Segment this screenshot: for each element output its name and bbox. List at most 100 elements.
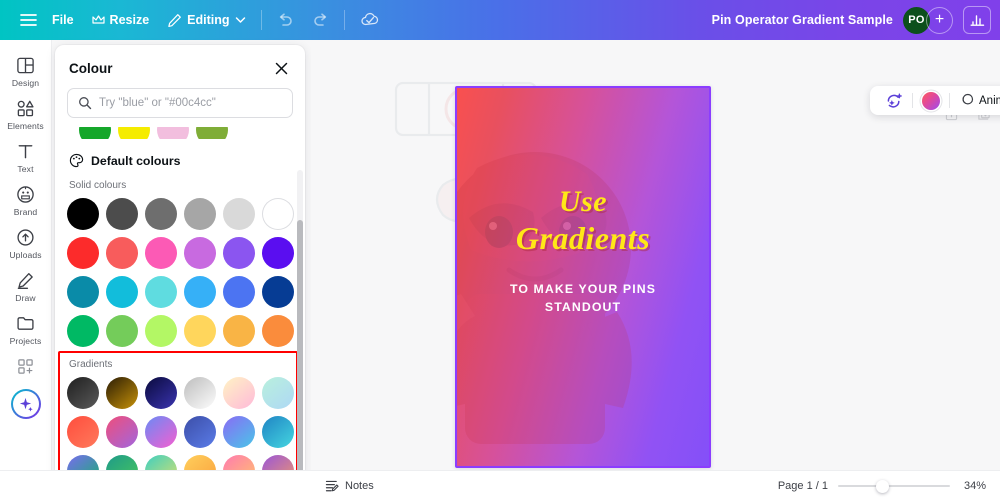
redo-button[interactable] <box>303 6 338 34</box>
pencil-icon <box>167 13 182 28</box>
gradient-swatch[interactable] <box>145 416 177 448</box>
colour-swatch[interactable] <box>106 198 138 230</box>
panel-scroll-area: Default colours Solid colours Gradients <box>55 127 305 495</box>
colour-swatch[interactable] <box>262 237 294 269</box>
palette-icon <box>69 153 84 168</box>
cloud-saved-button[interactable] <box>351 6 389 34</box>
colour-swatch[interactable] <box>223 237 255 269</box>
colour-swatch[interactable] <box>67 237 99 269</box>
solid-colours-label: Solid colours <box>69 180 127 191</box>
colour-swatch[interactable] <box>106 276 138 308</box>
sidebar-item-text[interactable]: Text <box>2 135 50 178</box>
sidebar-item-elements[interactable]: Elements <box>2 92 50 135</box>
colour-swatch[interactable] <box>145 237 177 269</box>
colour-swatch[interactable] <box>184 198 216 230</box>
document-title[interactable]: Pin Operator Gradient Sample <box>712 13 893 27</box>
canvas-workspace[interactable]: Animate 0.1s Position <box>311 40 1000 470</box>
notes-icon <box>325 479 339 493</box>
close-icon[interactable] <box>271 58 291 78</box>
zoom-slider-knob[interactable] <box>876 479 889 493</box>
colour-swatch[interactable] <box>223 276 255 308</box>
gradient-swatch[interactable] <box>67 377 99 409</box>
divider <box>949 93 950 108</box>
gradient-swatch[interactable] <box>262 416 294 448</box>
editing-mode-button[interactable]: Editing <box>158 6 254 34</box>
undo-button[interactable] <box>268 6 303 34</box>
colour-swatch[interactable] <box>106 315 138 347</box>
magic-ai-button[interactable] <box>11 389 41 419</box>
divider <box>343 10 345 30</box>
colour-swatch[interactable] <box>223 315 255 347</box>
file-menu-button[interactable]: File <box>43 6 83 34</box>
colour-swatch[interactable] <box>184 276 216 308</box>
gradient-swatch[interactable] <box>106 416 138 448</box>
menu-button[interactable] <box>14 6 43 34</box>
folder-icon <box>16 312 35 334</box>
sidebar-item-label: Brand <box>13 207 38 217</box>
search-box[interactable] <box>67 88 293 118</box>
colour-swatch <box>922 91 940 110</box>
zoom-level-label[interactable]: 34% <box>960 480 986 492</box>
page-indicator[interactable]: Page 1 / 1 <box>778 480 828 492</box>
sidebar-item-projects[interactable]: Projects <box>2 307 50 350</box>
swatch-row <box>55 370 305 409</box>
colour-swatch[interactable] <box>184 237 216 269</box>
divider <box>912 93 913 108</box>
insights-button[interactable] <box>963 6 991 34</box>
animate-icon <box>959 93 974 108</box>
colour-swatch[interactable] <box>262 276 294 308</box>
design-page[interactable]: Use Gradients TO MAKE YOUR PINS STANDOUT <box>455 86 711 468</box>
colour-swatch-button[interactable] <box>915 89 947 112</box>
sidebar-item-label: Uploads <box>9 250 42 260</box>
elements-icon <box>16 97 35 119</box>
sidebar-item-brand[interactable]: Brand <box>2 178 50 221</box>
colour-swatch[interactable] <box>67 276 99 308</box>
undo-icon <box>277 13 294 27</box>
sidebar-item-uploads[interactable]: Uploads <box>2 221 50 264</box>
colour-swatch[interactable] <box>223 198 255 230</box>
swatch-row <box>55 191 305 230</box>
colour-swatch[interactable] <box>145 315 177 347</box>
colour-swatch[interactable] <box>262 198 294 230</box>
gradient-swatch[interactable] <box>184 416 216 448</box>
animate-button[interactable]: Animate <box>952 89 1000 112</box>
colour-swatch[interactable] <box>184 315 216 347</box>
sidebar-item-label: Elements <box>7 121 44 131</box>
gradient-swatch[interactable] <box>145 377 177 409</box>
zoom-slider[interactable] <box>838 479 950 493</box>
magic-edit-button[interactable] <box>879 89 910 112</box>
editing-label: Editing <box>187 13 230 27</box>
solid-colours-grid <box>55 191 305 347</box>
sidebar-item-design[interactable]: Design <box>2 49 50 92</box>
gradient-swatch[interactable] <box>223 377 255 409</box>
resize-button[interactable]: Resize <box>83 6 159 34</box>
colour-swatch[interactable] <box>67 315 99 347</box>
notes-label: Notes <box>345 480 374 492</box>
gradient-swatch[interactable] <box>184 377 216 409</box>
gradient-swatch[interactable] <box>106 377 138 409</box>
colour-swatch[interactable] <box>157 127 189 139</box>
sidebar-item-draw[interactable]: Draw <box>2 264 50 307</box>
colour-swatch[interactable] <box>262 315 294 347</box>
add-collaborator-button[interactable]: + <box>926 6 953 34</box>
colour-swatch[interactable] <box>145 198 177 230</box>
gradient-swatch[interactable] <box>262 377 294 409</box>
colour-swatch[interactable] <box>67 198 99 230</box>
file-label: File <box>52 13 74 27</box>
swatch-row <box>67 127 293 139</box>
colour-swatch[interactable] <box>145 276 177 308</box>
gradient-swatch[interactable] <box>67 416 99 448</box>
document-colours-row <box>55 127 305 139</box>
colour-swatch[interactable] <box>196 127 228 139</box>
gradients-label: Gradients <box>69 359 113 370</box>
panel-scrollbar-thumb[interactable] <box>297 220 303 482</box>
colour-swatch[interactable] <box>106 237 138 269</box>
sidebar-item-apps[interactable] <box>2 350 50 381</box>
gradient-swatch[interactable] <box>223 416 255 448</box>
bottom-bar-left-filler <box>0 470 311 501</box>
search-input[interactable] <box>99 97 282 109</box>
upload-cloud-icon <box>16 226 35 248</box>
notes-button[interactable]: Notes <box>325 479 374 493</box>
colour-swatch[interactable] <box>79 127 111 139</box>
colour-swatch[interactable] <box>118 127 150 139</box>
